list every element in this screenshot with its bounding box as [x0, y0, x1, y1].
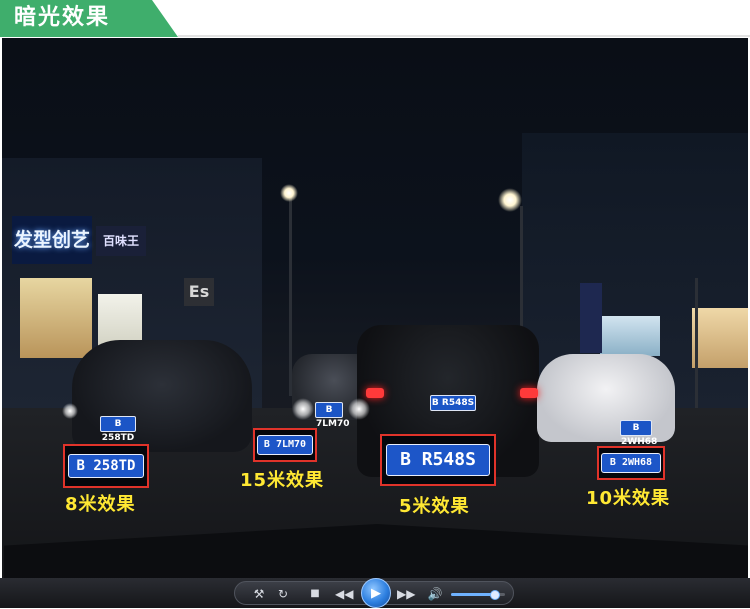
license-plate: B 7LM70 [315, 402, 349, 429]
play-icon[interactable]: ▶ [361, 578, 391, 608]
street-lamp-light [280, 184, 298, 202]
header: 暗光效果 [0, 0, 750, 37]
page-title: 暗光效果 [14, 5, 111, 30]
zoomed-plate: B 258TD [68, 454, 144, 478]
header-divider [178, 35, 750, 37]
plate-zoom-8m: B 258TD [63, 444, 149, 488]
street-lamp-pole [289, 196, 292, 396]
plate-zoom-10m: B 2WH68 [597, 446, 665, 480]
neon-sign-shop: 百味王 [96, 226, 146, 256]
tail-light [366, 388, 384, 398]
plate-zoom-5m: B R548S [380, 434, 496, 486]
car-left [72, 340, 252, 452]
neon-sign-salon: 发型创艺 [12, 216, 92, 264]
volume-icon[interactable]: 🔊 [427, 586, 443, 602]
headlight [292, 398, 314, 420]
shop-sign-es: Es [184, 278, 214, 306]
stop-icon[interactable]: ■ [307, 586, 323, 602]
volume-fill [451, 593, 495, 596]
distance-caption: 8米效果 [65, 494, 136, 515]
headlight [348, 398, 370, 420]
street-lamp-pole [695, 278, 698, 428]
plate-zoom-15m: B 7LM70 [253, 428, 317, 462]
storefront [600, 316, 660, 356]
license-plate: B 2WH68 [620, 420, 657, 447]
vertical-neon-sign [580, 283, 602, 353]
license-plate: B 258TD [100, 416, 136, 443]
player-control-bar: ⚒ ↻ ■ ◀◀ ▶ ▶▶ 🔊 [0, 578, 750, 608]
license-plate: B R548S [430, 395, 476, 411]
control-pill: ⚒ ↻ ■ ◀◀ ▶ ▶▶ 🔊 [234, 578, 514, 608]
headlight [62, 403, 78, 419]
street-lamp-light [498, 188, 522, 212]
next-icon[interactable]: ▶▶ [397, 586, 415, 602]
zoomed-plate: B 7LM70 [257, 435, 313, 455]
tools-icon[interactable]: ⚒ [251, 586, 267, 602]
zoomed-plate: B R548S [386, 444, 490, 476]
volume-slider[interactable] [451, 590, 505, 600]
volume-knob[interactable] [490, 590, 501, 600]
storefront [20, 278, 92, 358]
previous-icon[interactable]: ◀◀ [335, 586, 353, 602]
distance-caption: 10米效果 [586, 488, 671, 509]
distance-caption: 15米效果 [240, 470, 325, 491]
car-right [537, 354, 675, 442]
zoomed-plate: B 2WH68 [601, 453, 661, 473]
repeat-icon[interactable]: ↻ [275, 586, 291, 602]
distance-caption: 5米效果 [399, 496, 470, 517]
tail-light [520, 388, 538, 398]
storefront [692, 308, 748, 368]
